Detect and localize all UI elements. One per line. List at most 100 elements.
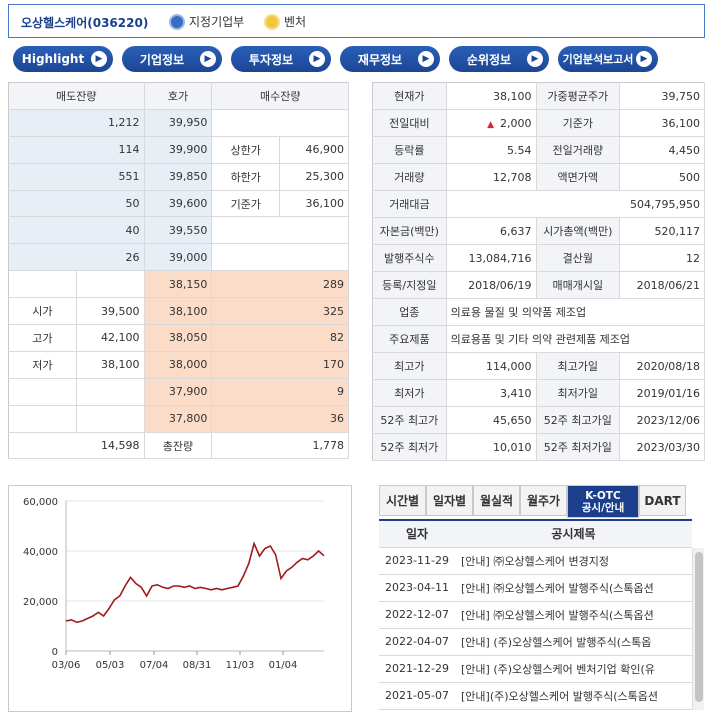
buy-price[interactable]: 38,000	[144, 351, 213, 379]
lightbulb-icon	[264, 13, 280, 30]
info-key: 결산월	[536, 244, 621, 272]
notice-header: 일자 공시제목	[379, 520, 692, 548]
tab-monthly-price[interactable]: 월주가	[520, 485, 567, 516]
notice-row[interactable]: 2021-05-07 [안내](주)오상헬스케어 발행주식(스톡옵션	[379, 682, 692, 710]
buy-price[interactable]: 37,900	[144, 378, 213, 406]
notice-date: 2023-11-29	[379, 547, 455, 575]
info-key: 가중평균주가	[536, 82, 621, 110]
scroll-thumb[interactable]	[695, 552, 703, 702]
nav-label: 순위정보	[466, 52, 512, 67]
info-key: 52주 최고가	[372, 406, 447, 434]
sell-price[interactable]: 39,900	[144, 136, 213, 164]
info-row: 거래대금 504,795,950	[372, 190, 706, 218]
notice-row[interactable]: 2022-12-07 [안내] ㈜오상헬스케어 발행주식(스톡옵션	[379, 601, 692, 629]
tab-daily[interactable]: 일자별	[426, 485, 473, 516]
sell-qty-header: 매도잔량	[8, 82, 145, 110]
buy-price[interactable]: 38,150	[144, 270, 213, 299]
notice-row[interactable]: 2023-11-29 [안내] ㈜오상헬스케어 변경지정	[379, 547, 692, 575]
info-value: 12,708	[446, 163, 537, 191]
buy-row: 37,800 36	[8, 405, 349, 433]
buy-row: 저가 38,100 38,000 170	[8, 351, 349, 379]
x-tick-label: 11/03	[226, 660, 255, 671]
info-row: 발행주식수 13,084,716 결산월 12	[372, 244, 705, 272]
tab-monthly-results[interactable]: 월실적	[473, 485, 520, 516]
buy-qty: 289	[211, 270, 349, 299]
info-value: 13,084,716	[446, 244, 537, 272]
nav-highlight-button[interactable]: Highlight ▶	[13, 46, 113, 72]
sell-price[interactable]: 39,600	[144, 190, 213, 218]
notice-row[interactable]: 2021-12-29 [안내] (주)오상헬스케어 벤처기업 확인(유	[379, 655, 692, 683]
high-price-label: 고가	[8, 324, 77, 352]
tab-hourly[interactable]: 시간별	[379, 485, 426, 516]
notice-row[interactable]: 2022-04-07 [안내] (주)오상헬스케어 발행주식(스톡옵	[379, 628, 692, 656]
buy-row: 38,150 289	[8, 270, 349, 299]
buy-price[interactable]: 38,100	[144, 297, 213, 326]
sell-price[interactable]: 39,950	[144, 109, 213, 137]
venture-badge: 벤처	[264, 13, 306, 30]
sell-price[interactable]: 39,000	[144, 243, 213, 272]
buy-price[interactable]: 38,050	[144, 324, 213, 352]
x-tick-label: 05/03	[96, 660, 125, 671]
nav-label: Highlight	[21, 52, 85, 66]
info-value: 2023/12/06	[619, 406, 705, 434]
sell-row: 1,212 39,950	[8, 109, 349, 137]
notice-title-link[interactable]: [안내](주)오상헬스케어 발행주식(스톡옵션	[455, 682, 692, 710]
notice-title-link[interactable]: [안내] ㈜오상헬스케어 발행주식(스톡옵션	[455, 601, 692, 629]
info-row: 등록/지정일 2018/06/19 매매개시일 2018/06/21	[372, 271, 705, 299]
notice-title-link[interactable]: [안내] ㈜오상헬스케어 발행주식(스톡옵션	[455, 574, 692, 602]
nav-ranking-info-button[interactable]: 순위정보 ▶	[449, 46, 549, 72]
info-value: 10,010	[446, 433, 537, 461]
chevron-right-icon: ▶	[309, 51, 325, 67]
info-value: 504,795,950	[446, 190, 706, 218]
buy-side-value	[76, 270, 145, 299]
upper-limit-label: 상한가	[211, 136, 281, 164]
info-value: 114,000	[446, 352, 537, 380]
sell-row: 26 39,000	[8, 243, 349, 272]
company-name: 오상헬스케어(036220)	[21, 16, 149, 30]
buy-side-value	[76, 405, 145, 433]
info-row: 현재가 38,100 가중평균주가 39,750	[372, 82, 705, 110]
info-key: 현재가	[372, 82, 447, 110]
nav-company-info-button[interactable]: 기업정보 ▶	[122, 46, 222, 72]
lower-limit-value: 25,300	[279, 163, 349, 191]
nav-analysis-report-button[interactable]: 기업분석보고서 ▶	[558, 46, 658, 72]
lower-limit-label: 하한가	[211, 163, 281, 191]
info-row: 52주 최고가 45,650 52주 최고가일 2023/12/06	[372, 406, 705, 434]
buy-side-value	[76, 378, 145, 406]
info-value: 4,450	[619, 136, 705, 164]
chevron-right-icon: ▶	[91, 51, 107, 67]
chevron-right-icon: ▶	[636, 51, 652, 67]
info-key: 52주 최저가	[372, 433, 447, 461]
sell-qty: 1,212	[8, 109, 145, 137]
notice-title-link[interactable]: [안내] ㈜오상헬스케어 변경지정	[455, 547, 692, 575]
sell-qty: 40	[8, 216, 145, 245]
buy-price[interactable]: 37,800	[144, 405, 213, 433]
notice-scrollbar[interactable]	[692, 548, 704, 710]
info-value: 의료용 물질 및 의약품 제조업	[446, 298, 706, 326]
tab-kotc-notice[interactable]: K-OTC 공시/안내	[567, 485, 639, 518]
notice-date: 2022-12-07	[379, 601, 455, 629]
notice-title-link[interactable]: [안내] (주)오상헬스케어 벤처기업 확인(유	[455, 655, 692, 683]
change-amount: 2,000	[500, 116, 532, 130]
base-price-label: 기준가	[211, 190, 281, 218]
nav-investment-info-button[interactable]: 투자정보 ▶	[231, 46, 331, 72]
nav-financial-info-button[interactable]: 재무정보 ▶	[340, 46, 440, 72]
info-value: 45,650	[446, 406, 537, 434]
sell-price[interactable]: 39,850	[144, 163, 213, 191]
total-sell-qty: 14,598	[8, 432, 145, 460]
notice-row[interactable]: 2023-04-11 [안내] ㈜오상헬스케어 발행주식(스톡옵션	[379, 574, 692, 602]
sell-row: 551 39,850 하한가 25,300	[8, 163, 349, 191]
info-key: 전일거래량	[536, 136, 621, 164]
base-price-value: 36,100	[279, 190, 349, 218]
notice-title-link[interactable]: [안내] (주)오상헬스케어 발행주식(스톡옵	[455, 628, 692, 656]
sell-qty: 50	[8, 190, 145, 218]
notice-date: 2021-05-07	[379, 682, 455, 710]
designated-badge: 지정기업부	[169, 13, 244, 30]
tab-dart[interactable]: DART	[639, 485, 686, 516]
buy-qty: 170	[211, 351, 349, 379]
tab-kotc-label: K-OTC	[585, 489, 621, 502]
buy-row: 시가 39,500 38,100 325	[8, 297, 349, 326]
nav-label: 기업정보	[139, 52, 185, 67]
sell-price[interactable]: 39,550	[144, 216, 213, 245]
info-key: 등록/지정일	[372, 271, 447, 299]
